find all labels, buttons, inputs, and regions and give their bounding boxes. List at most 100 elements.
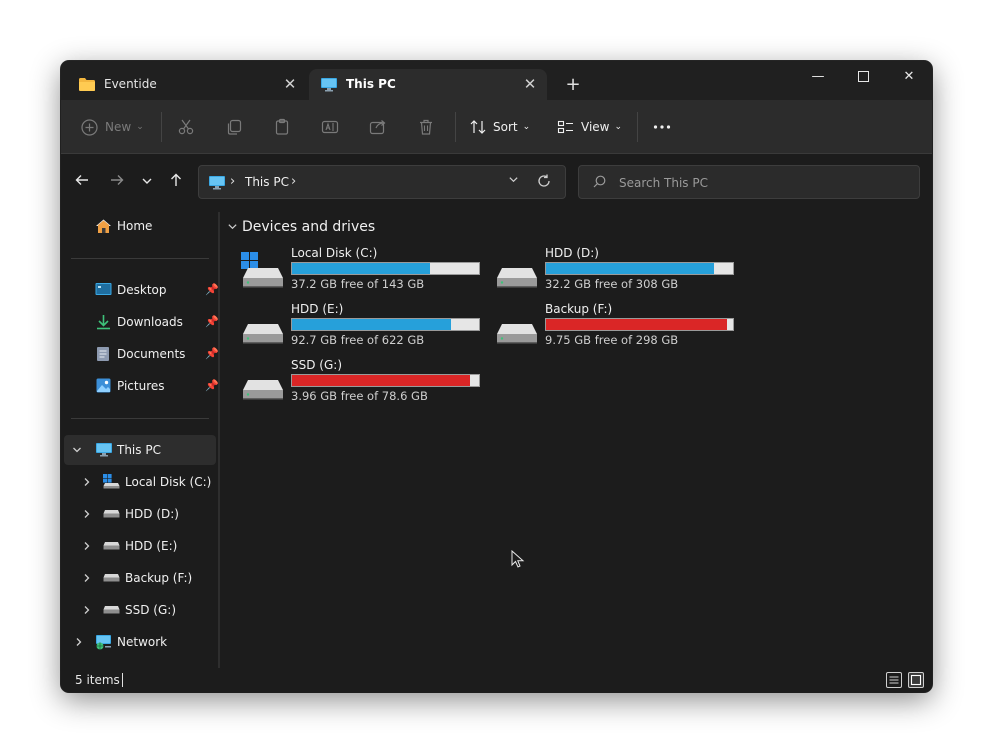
new-button[interactable]: New ⌄ — [81, 116, 144, 138]
search-box[interactable] — [578, 165, 920, 199]
chevron-down-icon: ⌄ — [136, 122, 144, 132]
close-window-button[interactable]: ✕ — [886, 65, 932, 89]
sidebar-item-downloads[interactable]: Downloads 📌 — [64, 307, 219, 337]
pin-icon[interactable]: 📌 — [205, 315, 219, 328]
hard-drive-icon — [243, 324, 283, 344]
drive-usage-bar — [291, 318, 480, 331]
pin-icon[interactable]: 📌 — [205, 347, 219, 360]
sidebar-item-hdd-e[interactable]: HDD (E:) — [64, 531, 216, 561]
drive-usage-bar — [545, 318, 734, 331]
tiles-view-button[interactable] — [908, 672, 924, 688]
maximize-button[interactable] — [840, 65, 886, 89]
sidebar-item-label: Downloads — [117, 315, 183, 329]
details-view-button[interactable] — [886, 672, 902, 688]
sidebar-item-label: Local Disk (C:) — [125, 475, 212, 489]
chevron-right-icon[interactable] — [82, 509, 92, 519]
delete-button[interactable] — [417, 116, 435, 138]
drive-tile[interactable]: SSD (G:) 3.96 GB free of 78.6 GB — [241, 358, 486, 408]
minimize-button[interactable]: — — [795, 65, 841, 89]
drive-tile[interactable]: HDD (D:) 32.2 GB free of 308 GB — [495, 246, 740, 296]
chevron-down-icon: ⌄ — [522, 122, 531, 132]
sidebar-item-local-disk-c[interactable]: Local Disk (C:) — [64, 467, 216, 497]
sidebar-item-home[interactable]: Home — [64, 211, 216, 241]
more-options-button[interactable] — [653, 116, 671, 138]
rename-icon — [321, 120, 339, 134]
close-icon[interactable]: ✕ — [281, 75, 299, 93]
drive-usage-bar — [291, 262, 480, 275]
hard-drive-icon — [497, 324, 537, 344]
title-bar: Eventide ✕ This PC ✕ + — ✕ — [61, 61, 932, 100]
sidebar-item-label: SSD (G:) — [125, 603, 176, 617]
drive-usage-fill — [292, 375, 470, 386]
address-bar[interactable]: › This PC › — [198, 165, 566, 199]
sidebar-item-label: HDD (D:) — [125, 507, 179, 521]
breadcrumb-chevron-icon[interactable]: › — [291, 174, 296, 189]
clipboard-icon — [275, 118, 289, 135]
hard-drive-icon — [103, 510, 120, 518]
tab-eventide[interactable]: Eventide ✕ — [67, 69, 307, 100]
close-icon[interactable]: ✕ — [521, 75, 539, 93]
sidebar-scrollbar[interactable] — [218, 212, 220, 668]
desktop-icon — [95, 283, 112, 295]
breadcrumb-this-pc[interactable]: This PC — [245, 175, 289, 189]
drive-name: HDD (D:) — [545, 246, 599, 260]
sidebar-item-ssd-g[interactable]: SSD (G:) — [64, 595, 216, 625]
status-bar: 5 items — [61, 670, 932, 692]
pin-icon[interactable]: 📌 — [205, 379, 219, 392]
chevron-right-icon[interactable] — [82, 573, 92, 583]
sidebar-item-label: HDD (E:) — [125, 539, 178, 553]
share-button[interactable] — [369, 116, 387, 138]
new-tab-button[interactable]: + — [563, 75, 583, 95]
pin-icon[interactable]: 📌 — [205, 283, 219, 296]
arrow-right-icon — [111, 175, 124, 185]
drive-tile[interactable]: Backup (F:) 9.75 GB free of 298 GB — [495, 302, 740, 352]
picture-icon — [96, 378, 111, 393]
drive-tile[interactable]: HDD (E:) 92.7 GB free of 622 GB — [241, 302, 486, 352]
chevron-down-icon[interactable] — [72, 445, 82, 455]
paste-button[interactable] — [273, 116, 291, 138]
refresh-icon — [538, 174, 550, 187]
share-icon — [369, 120, 386, 135]
maximize-icon — [857, 71, 869, 82]
address-history-dropdown[interactable] — [508, 174, 519, 188]
sidebar-item-network[interactable]: Network — [64, 627, 216, 657]
cut-button[interactable] — [177, 116, 195, 138]
drive-usage-bar — [545, 262, 734, 275]
sidebar-divider — [71, 418, 209, 419]
chevron-right-icon[interactable] — [82, 477, 92, 487]
breadcrumb-chevron-icon[interactable]: › — [230, 174, 235, 189]
forward-button[interactable] — [107, 173, 127, 191]
sidebar-item-backup-f[interactable]: Backup (F:) — [64, 563, 216, 593]
sidebar-item-pictures[interactable]: Pictures 📌 — [64, 371, 219, 401]
details-view-icon — [889, 676, 899, 684]
chevron-right-icon[interactable] — [82, 605, 92, 615]
chevron-right-icon[interactable] — [74, 637, 84, 647]
computer-icon — [321, 78, 337, 92]
sort-button[interactable]: Sort ⌄ — [469, 116, 530, 138]
sidebar-item-label: Pictures — [117, 379, 165, 393]
drive-tile[interactable]: Local Disk (C:) 37.2 GB free of 143 GB — [241, 246, 486, 296]
search-input[interactable] — [619, 174, 899, 192]
tab-this-pc[interactable]: This PC ✕ — [309, 69, 547, 100]
sidebar-item-this-pc[interactable]: This PC — [64, 435, 216, 465]
computer-icon — [96, 443, 112, 457]
view-button[interactable]: View ⌄ — [557, 116, 622, 138]
view-label: View — [581, 120, 610, 134]
toolbar-divider — [637, 112, 638, 142]
sidebar-item-label: Network — [117, 635, 168, 649]
sidebar-item-hdd-d[interactable]: HDD (D:) — [64, 499, 216, 529]
drive-usage-fill — [292, 263, 431, 274]
up-button[interactable] — [166, 173, 186, 191]
refresh-button[interactable] — [537, 174, 551, 192]
computer-icon — [209, 176, 225, 190]
recent-locations-button[interactable] — [137, 173, 157, 191]
sidebar-item-documents[interactable]: Documents 📌 — [64, 339, 219, 369]
chevron-right-icon[interactable] — [82, 541, 92, 551]
copy-button[interactable] — [225, 116, 243, 138]
rename-button[interactable] — [321, 116, 339, 138]
back-button[interactable] — [72, 173, 92, 191]
chevron-down-icon[interactable] — [227, 221, 238, 232]
status-divider — [122, 673, 123, 687]
drive-free-space: 37.2 GB free of 143 GB — [291, 277, 425, 291]
sidebar-item-desktop[interactable]: Desktop 📌 — [64, 275, 219, 305]
